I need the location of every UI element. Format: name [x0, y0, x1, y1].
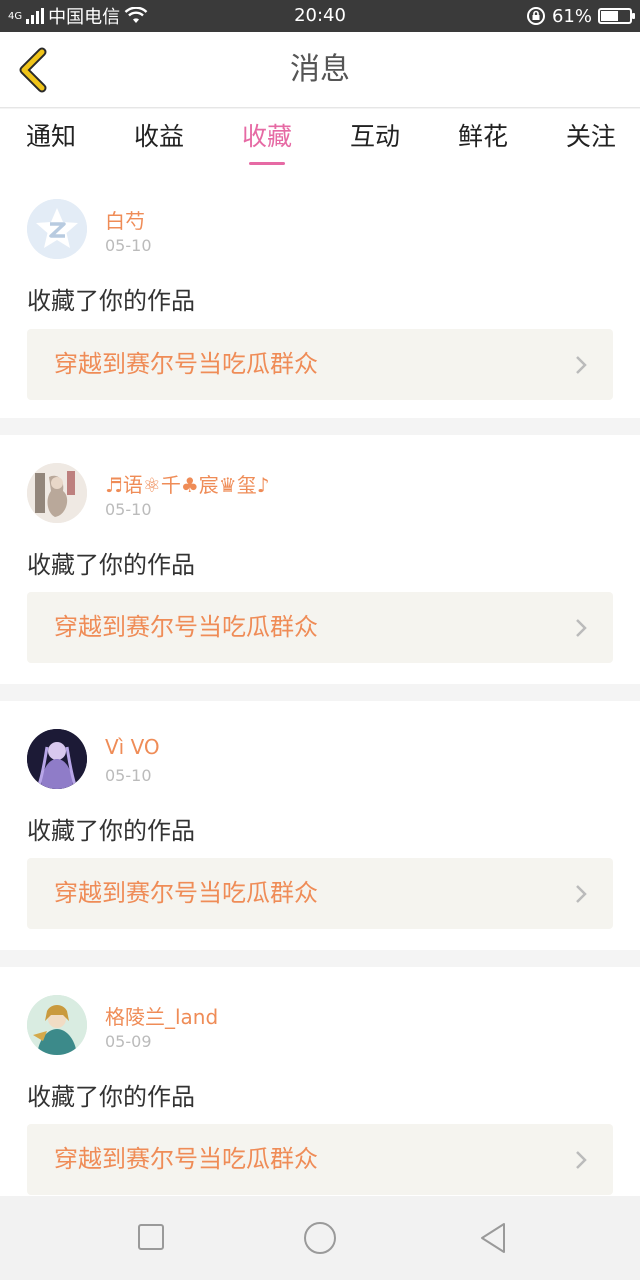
header: 消息	[0, 32, 640, 108]
active-tab-indicator	[248, 162, 285, 165]
system-nav-bar	[0, 1196, 640, 1280]
avatar[interactable]	[27, 995, 87, 1055]
tab-flowers[interactable]: 鲜花	[458, 109, 508, 169]
chevron-right-icon	[576, 619, 587, 637]
tab-label: 收藏	[241, 122, 292, 151]
user-avatar-image	[27, 729, 87, 789]
back-nav-icon[interactable]	[478, 1222, 508, 1254]
work-link[interactable]: 穿越到赛尔号当吃瓜群众	[27, 858, 613, 929]
tab-label: 通知	[26, 122, 77, 151]
work-title: 穿越到赛尔号当吃瓜群众	[54, 613, 318, 641]
battery-level	[601, 11, 619, 21]
action-text: 收藏了你的作品	[27, 1083, 195, 1111]
tab-interactions[interactable]: 互动	[350, 109, 400, 169]
tab-notifications[interactable]: 通知	[26, 109, 76, 169]
message-list: 白芍 05-10 收藏了你的作品 穿越到赛尔号当吃瓜群众 ♬语⚛千♣宸♛玺♪ 0…	[0, 169, 640, 1216]
username[interactable]: Vì VO	[105, 735, 160, 759]
work-title: 穿越到赛尔号当吃瓜群众	[54, 879, 318, 907]
message-date: 05-10	[105, 766, 152, 785]
chevron-right-icon	[576, 356, 587, 374]
page-title: 消息	[290, 52, 350, 87]
tab-label: 互动	[349, 122, 400, 151]
username[interactable]: ♬语⚛千♣宸♛玺♪	[105, 469, 269, 498]
action-text: 收藏了你的作品	[27, 817, 195, 845]
tab-earnings[interactable]: 收益	[134, 109, 184, 169]
work-link[interactable]: 穿越到赛尔号当吃瓜群众	[27, 329, 613, 400]
action-text: 收藏了你的作品	[27, 551, 195, 579]
chevron-right-icon	[576, 885, 587, 903]
list-item: 白芍 05-10 收藏了你的作品 穿越到赛尔号当吃瓜群众	[0, 169, 640, 418]
battery-icon	[598, 8, 635, 24]
work-link[interactable]: 穿越到赛尔号当吃瓜群众	[27, 1124, 613, 1195]
username[interactable]: 白芍	[105, 205, 145, 234]
rotation-lock-icon	[526, 7, 545, 25]
list-item: Vì VO 05-10 收藏了你的作品 穿越到赛尔号当吃瓜群众	[0, 701, 640, 950]
username[interactable]: 格陵兰_land	[105, 1001, 218, 1030]
action-text: 收藏了你的作品	[27, 287, 195, 315]
avatar[interactable]	[27, 463, 87, 523]
list-item: 格陵兰_land 05-09 收藏了你的作品 穿越到赛尔号当吃瓜群众	[0, 967, 640, 1216]
work-title: 穿越到赛尔号当吃瓜群众	[54, 1145, 318, 1173]
tab-favorites[interactable]: 收藏	[242, 109, 292, 169]
tab-label: 收益	[133, 122, 184, 151]
message-date: 05-09	[105, 1032, 152, 1051]
recent-apps-icon[interactable]	[137, 1223, 165, 1251]
status-right: 61%	[526, 0, 635, 32]
tab-label: 鲜花	[457, 122, 508, 151]
tab-label: 关注	[565, 122, 616, 151]
home-icon[interactable]	[303, 1221, 337, 1255]
avatar[interactable]	[27, 729, 87, 789]
battery-percent: 61%	[551, 5, 592, 27]
avatar[interactable]	[27, 199, 87, 259]
user-avatar-image	[27, 463, 87, 523]
message-date: 05-10	[105, 500, 152, 519]
work-title: 穿越到赛尔号当吃瓜群众	[54, 350, 318, 378]
list-item: ♬语⚛千♣宸♛玺♪ 05-10 收藏了你的作品 穿越到赛尔号当吃瓜群众	[0, 435, 640, 684]
user-avatar-image	[27, 995, 87, 1055]
default-avatar-icon	[27, 199, 87, 259]
chevron-right-icon	[576, 1151, 587, 1169]
tab-bar: 通知 收益 收藏 互动 鲜花 关注	[0, 109, 640, 169]
tab-follows[interactable]: 关注	[566, 109, 616, 169]
message-date: 05-10	[105, 236, 152, 255]
status-bar: 4G 中国电信 20:40 61%	[0, 0, 640, 32]
work-link[interactable]: 穿越到赛尔号当吃瓜群众	[27, 592, 613, 663]
